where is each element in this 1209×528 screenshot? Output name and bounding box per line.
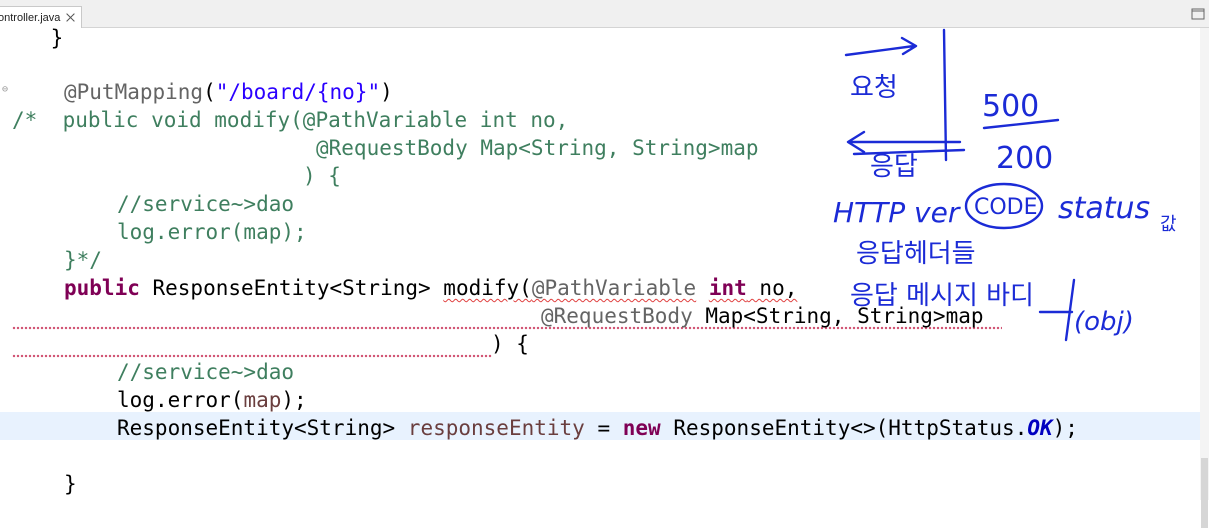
code-line-13: //service~>dao bbox=[117, 360, 295, 384]
code-line-14: log.error(map); bbox=[117, 388, 307, 412]
code-line-8: log.error(map); bbox=[117, 220, 307, 244]
code-line-7: //service~>dao bbox=[117, 192, 295, 216]
code-line-12: ) { bbox=[491, 332, 529, 356]
code-line-1: } bbox=[0, 26, 64, 50]
code-editor[interactable]: ⊖ } @PutMapping("/board/{no}") /* public… bbox=[0, 26, 1200, 500]
tab-filename: ontroller.java bbox=[0, 11, 61, 24]
code-line-11: @RequestBody Map<String, String>map bbox=[541, 304, 984, 328]
code-line-17: } bbox=[64, 472, 77, 496]
code-line-4: /* public void modify(@PathVariable int … bbox=[12, 108, 569, 132]
close-icon[interactable] bbox=[66, 13, 75, 22]
scrollbar-thumb[interactable] bbox=[1201, 458, 1208, 528]
fold-marker-icon[interactable]: ⊖ bbox=[2, 85, 10, 95]
code-line-3: @PutMapping("/board/{no}") bbox=[64, 80, 393, 104]
code-line-5: @RequestBody Map<String, String>map bbox=[316, 136, 759, 160]
vertical-scrollbar[interactable] bbox=[1200, 28, 1209, 528]
maximize-icon[interactable] bbox=[1191, 8, 1205, 20]
code-line-10: public ResponseEntity<String> modify(@Pa… bbox=[64, 276, 798, 300]
code-line-15: ResponseEntity<String> responseEntity = … bbox=[117, 416, 1078, 440]
code-line-9: }*/ bbox=[64, 248, 102, 272]
code-line-6: ) { bbox=[303, 164, 341, 188]
editor-tab-bar: ontroller.java bbox=[0, 0, 1209, 28]
